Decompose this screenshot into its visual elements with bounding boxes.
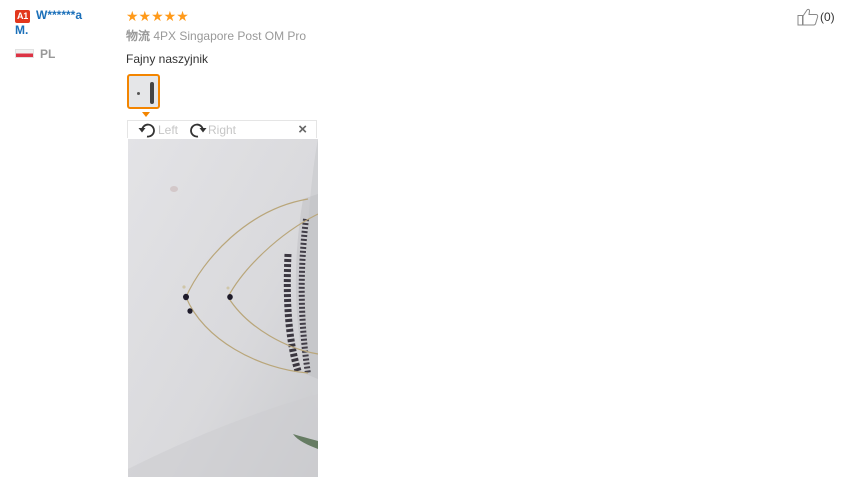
poland-flag-icon: [15, 49, 34, 59]
review-photo-thumbnail[interactable]: [127, 74, 160, 109]
reviewer-country: PL: [15, 47, 115, 61]
review-photo-large: [128, 139, 318, 477]
reviewer-info: A1 W******a M. PL: [15, 8, 115, 61]
thumbnail-detail: [137, 92, 140, 95]
rotate-left-button[interactable]: Left: [137, 121, 178, 139]
rotate-left-label: Left: [158, 123, 179, 137]
thumbs-up-icon: [797, 8, 819, 26]
image-viewer-toolbar: Left Right ×: [127, 120, 317, 138]
star-rating: ★★★★★: [126, 8, 189, 24]
rotate-right-icon: [190, 123, 207, 138]
logistics-label: 物流: [126, 29, 151, 43]
buyer-level-badge: A1: [15, 10, 30, 23]
rotate-right-label: Right: [208, 123, 237, 137]
country-code: PL: [40, 47, 56, 61]
close-viewer-button[interactable]: ×: [298, 121, 307, 139]
rotate-right-button[interactable]: Right: [188, 121, 236, 139]
review-content: ★★★★★ 物流 4PX Singapore Post OM Pro Fajny…: [126, 8, 726, 66]
necklace-photo: [128, 139, 318, 477]
reviewer-name[interactable]: W******a: [36, 8, 82, 22]
logistics-value: 4PX Singapore Post OM Pro: [153, 29, 307, 43]
helpful-count: (0): [820, 10, 835, 24]
logistics-info: 物流 4PX Singapore Post OM Pro: [126, 29, 726, 43]
rotate-left-icon: [138, 123, 155, 138]
reviewer-name-line2[interactable]: M.: [15, 23, 28, 37]
thumbnail-pointer-arrow: [142, 112, 150, 117]
helpful-vote-button[interactable]: (0): [797, 8, 835, 26]
feedback-text: Fajny naszyjnik: [126, 52, 209, 66]
thumbnail-detail: [150, 82, 154, 104]
reviewer-name-row: A1 W******a M.: [15, 8, 115, 38]
